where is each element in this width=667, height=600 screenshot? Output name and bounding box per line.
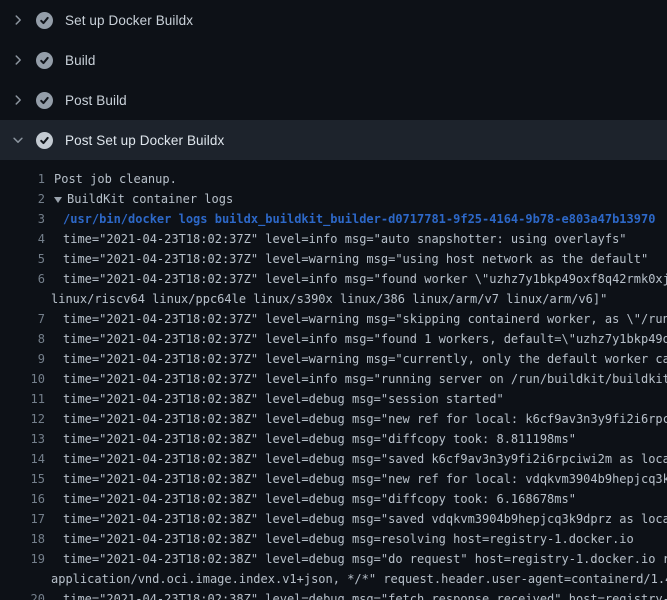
log-text: time="2021-04-23T18:02:37Z" level=warnin… <box>63 249 648 269</box>
step-row-build[interactable]: Build <box>0 40 667 80</box>
step-row-post-set-up-docker-buildx[interactable]: Post Set up Docker Buildx <box>0 120 667 160</box>
log-line-number[interactable]: 6 <box>0 269 45 289</box>
log-line: 15 time="2021-04-23T18:02:38Z" level=debu… <box>0 469 667 489</box>
log-text: time="2021-04-23T18:02:38Z" level=debug … <box>63 449 667 469</box>
check-circle-icon <box>36 52 53 69</box>
chevron-right-icon[interactable] <box>11 13 25 27</box>
log-line: 17 time="2021-04-23T18:02:38Z" level=debu… <box>0 509 667 529</box>
log-command-text: /usr/bin/docker logs buildx_buildkit_bui… <box>63 209 655 229</box>
check-circle-icon <box>36 132 53 149</box>
log-line-number[interactable]: 1 <box>0 169 45 189</box>
log-text: time="2021-04-23T18:02:37Z" level=warnin… <box>63 309 667 329</box>
log-line-number[interactable]: 4 <box>0 229 45 249</box>
step-label: Set up Docker Buildx <box>65 13 193 28</box>
log-line: 18 time="2021-04-23T18:02:38Z" level=debu… <box>0 529 667 549</box>
log-line-number[interactable]: 19 <box>0 549 45 569</box>
chevron-right-icon[interactable] <box>11 93 25 107</box>
group-expander-triangle-icon[interactable] <box>54 197 62 203</box>
log-text: time="2021-04-23T18:02:37Z" level=info m… <box>63 329 667 349</box>
log-line-number[interactable]: 7 <box>0 309 45 329</box>
log-line-number[interactable]: 3 <box>0 209 45 229</box>
log-line: 13 time="2021-04-23T18:02:38Z" level=debu… <box>0 429 667 449</box>
log-line: 4 time="2021-04-23T18:02:37Z" level=info … <box>0 229 667 249</box>
log-line: 3/usr/bin/docker logs buildx_buildkit_bu… <box>0 209 667 229</box>
log-text: time="2021-04-23T18:02:38Z" level=debug … <box>63 429 576 449</box>
log-line-number[interactable]: 5 <box>0 249 45 269</box>
log-text: time="2021-04-23T18:02:37Z" level=info m… <box>63 269 667 289</box>
check-circle-icon <box>36 92 53 109</box>
log-line: 9 time="2021-04-23T18:02:37Z" level=warni… <box>0 349 667 369</box>
log-text: time="2021-04-23T18:02:37Z" level=info m… <box>63 229 627 249</box>
log-text: time="2021-04-23T18:02:37Z" level=info m… <box>63 369 667 389</box>
log-text: time="2021-04-23T18:02:38Z" level=debug … <box>63 549 667 569</box>
log-line-number[interactable]: 11 <box>0 389 45 409</box>
log-line: 6 time="2021-04-23T18:02:37Z" level=info … <box>0 269 667 289</box>
log-text: time="2021-04-23T18:02:38Z" level=debug … <box>63 489 576 509</box>
log-line: 19 time="2021-04-23T18:02:38Z" level=debu… <box>0 549 667 569</box>
log-line: linux/riscv64 linux/ppc64le linux/s390x … <box>0 289 667 309</box>
log-text: time="2021-04-23T18:02:38Z" level=debug … <box>63 409 667 429</box>
log-line: 10 time="2021-04-23T18:02:37Z" level=info… <box>0 369 667 389</box>
step-row-set-up-docker-buildx[interactable]: Set up Docker Buildx <box>0 0 667 40</box>
log-text: time="2021-04-23T18:02:38Z" level=debug … <box>63 509 667 529</box>
log-line: 12 time="2021-04-23T18:02:38Z" level=debu… <box>0 409 667 429</box>
log-line: 2 BuildKit container logs <box>0 189 667 209</box>
log-line-number[interactable]: 16 <box>0 489 45 509</box>
workflow-log-panel: Set up Docker Buildx Build Post Build Post … <box>0 0 667 600</box>
step-row-post-build[interactable]: Post Build <box>0 80 667 120</box>
step-label: Post Build <box>65 93 127 108</box>
log-line-number[interactable]: 9 <box>0 349 45 369</box>
log-line: 8 time="2021-04-23T18:02:37Z" level=info … <box>0 329 667 349</box>
log-line: 1 Post job cleanup. <box>0 169 667 189</box>
log-text: application/vnd.oci.image.index.v1+json,… <box>51 569 667 589</box>
log-line-number[interactable]: 15 <box>0 469 45 489</box>
log-line: 20 time="2021-04-23T18:02:38Z" level=debu… <box>0 589 667 600</box>
log-line: application/vnd.oci.image.index.v1+json,… <box>0 569 667 589</box>
log-line-number[interactable]: 20 <box>0 589 45 600</box>
log-line-number[interactable]: 13 <box>0 429 45 449</box>
log-text: Post job cleanup. <box>54 169 177 189</box>
log-line-number[interactable]: 18 <box>0 529 45 549</box>
log-line: 11 time="2021-04-23T18:02:38Z" level=debu… <box>0 389 667 409</box>
log-text: time="2021-04-23T18:02:38Z" level=debug … <box>63 389 504 409</box>
check-circle-icon <box>36 12 53 29</box>
log-line: 7 time="2021-04-23T18:02:37Z" level=warni… <box>0 309 667 329</box>
log-line-number[interactable]: 2 <box>0 189 45 209</box>
log-line-number[interactable]: 8 <box>0 329 45 349</box>
log-line: 16 time="2021-04-23T18:02:38Z" level=debu… <box>0 489 667 509</box>
log-text: time="2021-04-23T18:02:37Z" level=warnin… <box>63 349 667 369</box>
log-line: 14 time="2021-04-23T18:02:38Z" level=debu… <box>0 449 667 469</box>
step-label: Build <box>65 53 96 68</box>
log-text: time="2021-04-23T18:02:38Z" level=debug … <box>63 529 634 549</box>
log-text: time="2021-04-23T18:02:38Z" level=debug … <box>63 469 667 489</box>
log-line-number[interactable]: 17 <box>0 509 45 529</box>
log-line: 5 time="2021-04-23T18:02:37Z" level=warni… <box>0 249 667 269</box>
chevron-right-icon[interactable] <box>11 53 25 67</box>
steps-list: Set up Docker Buildx Build Post Build Post … <box>0 0 667 160</box>
step-label: Post Set up Docker Buildx <box>65 133 224 148</box>
log-text: linux/riscv64 linux/ppc64le linux/s390x … <box>51 289 607 309</box>
log-line-number[interactable]: 12 <box>0 409 45 429</box>
log-text: time="2021-04-23T18:02:38Z" level=debug … <box>63 589 667 600</box>
log-line-number[interactable]: 14 <box>0 449 45 469</box>
log-group-title[interactable]: BuildKit container logs <box>67 189 233 209</box>
log-line-number[interactable]: 10 <box>0 369 45 389</box>
chevron-down-icon[interactable] <box>11 133 25 147</box>
log-container: 1 Post job cleanup. 2 BuildKit container lo… <box>0 160 667 600</box>
